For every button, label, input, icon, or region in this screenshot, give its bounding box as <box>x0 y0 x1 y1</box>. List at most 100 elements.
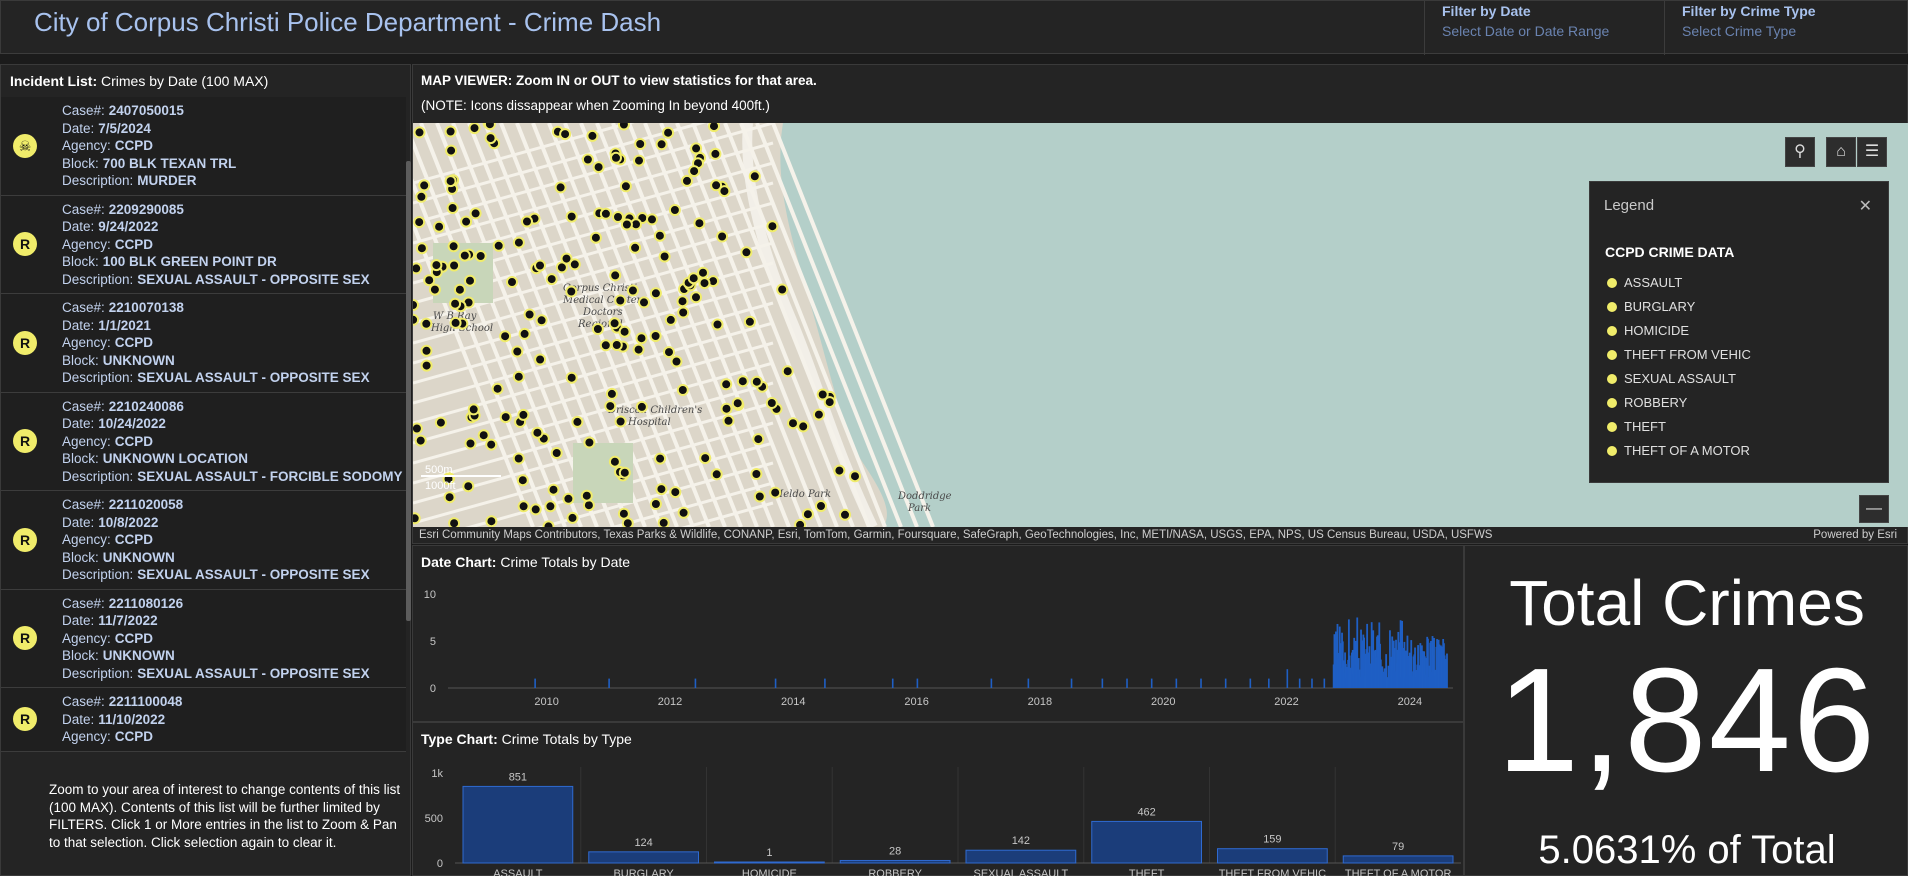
incident-description-value: MURDER <box>137 173 197 188</box>
incident-date-value: 10/8/2022 <box>98 514 159 530</box>
map-legend-button[interactable]: ☰ <box>1857 137 1887 167</box>
legend-item-label: THEFT <box>1624 419 1666 434</box>
incident-agency-value: CCPD <box>114 630 154 646</box>
incident-agency-label: Agency: <box>62 138 111 153</box>
incident-block-value: UNKNOWN LOCATION <box>102 451 248 466</box>
date-chart-bar <box>1323 678 1326 688</box>
type-chart-bar[interactable] <box>839 859 951 864</box>
type-chart-bar[interactable] <box>462 785 574 864</box>
incident-date-label: Date: <box>62 416 95 431</box>
crime-marker <box>582 499 595 512</box>
incident-item[interactable]: R Case#: 2210240086 Date: 10/24/2022 Agency: C… <box>1 392 406 491</box>
filter-by-date[interactable]: Filter by Date Select Date or Date Range <box>1424 1 1666 55</box>
crime-marker-icon <box>1606 445 1618 457</box>
map-home-button[interactable]: ⌂ <box>1826 137 1856 167</box>
date-chart-x-tick: 2016 <box>904 696 928 708</box>
crime-marker <box>499 411 512 424</box>
incident-date-row: Date: 1/1/2021 <box>62 317 406 335</box>
crime-marker <box>443 491 456 504</box>
type-chart-bar[interactable] <box>714 861 825 864</box>
map-attribution: Esri Community Maps Contributors, Texas … <box>419 529 1493 541</box>
crime-marker <box>460 215 473 228</box>
crime-marker <box>655 483 668 496</box>
crime-marker <box>545 273 558 286</box>
crime-marker <box>609 269 622 282</box>
type-chart-bar[interactable] <box>1342 855 1454 864</box>
crime-marker <box>583 436 596 449</box>
date-chart[interactable]: 0 5 10 2010 2012 2014 2016 2018 2020 2022 2024 <box>413 546 1463 723</box>
crime-marker <box>580 489 593 502</box>
crime-marker <box>560 252 573 265</box>
incident-description-row: Description: SEXUAL ASSAULT - OPPOSITE SE… <box>62 566 406 584</box>
crime-marker <box>414 434 427 447</box>
crime-marker <box>445 144 458 157</box>
crime-marker <box>815 500 827 512</box>
incident-case-label: Case#: <box>62 103 105 118</box>
incident-list-scrollbar[interactable] <box>406 161 411 621</box>
incident-block-row: Block: 700 BLK TEXAN TRL <box>62 155 406 173</box>
type-chart-value-label: 851 <box>509 771 527 783</box>
type-chart-bar[interactable] <box>1217 848 1328 864</box>
legend-item-label: THEFT OF A MOTOR <box>1624 443 1750 458</box>
crime-marker <box>605 387 618 400</box>
type-chart[interactable]: 0 500 1k 851 ASSAULT 124 BURGLARY 1 HOMICIDE 28 RO… <box>413 723 1463 876</box>
legend-item: THEFT <box>1606 418 1666 436</box>
incident-description-value: SEXUAL ASSAULT - OPPOSITE SEX <box>137 271 370 287</box>
crime-marker-icon <box>1606 421 1618 433</box>
crime-marker <box>499 330 512 343</box>
legend-close-icon[interactable]: ✕ <box>1859 196 1872 216</box>
crime-marker <box>635 400 648 413</box>
crime-marker <box>664 313 677 326</box>
zoom-out-button[interactable]: — <box>1859 495 1889 523</box>
incident-item[interactable]: R Case#: 2210070138 Date: 1/1/2021 Agency: CCP… <box>1 294 406 393</box>
incident-item[interactable]: R Case#: 2211080126 Date: 11/7/2022 Agency: CC… <box>1 589 406 688</box>
incident-list-heading: Incident List: Crimes by Date (100 MAX) <box>10 73 268 89</box>
crime-marker <box>708 123 720 133</box>
powered-by-esri[interactable]: Powered by Esri <box>1813 529 1897 541</box>
incident-item[interactable]: ☠ Case#: 2407050015 Date: 7/5/2024 Agency: CCP… <box>1 97 406 196</box>
incident-date-value: 1/1/2021 <box>98 317 151 333</box>
crime-marker <box>511 345 524 358</box>
filter-by-crime-type[interactable]: Filter by Crime Type Select Crime Type <box>1664 1 1908 55</box>
incident-case-label: Case#: <box>62 300 105 315</box>
date-chart-x-tick: 2014 <box>781 696 805 708</box>
incident-date-value: 9/24/2022 <box>98 219 159 234</box>
map-legend: Legend ✕ CCPD CRIME DATA ASSAULT BURGLARY… <box>1589 181 1889 483</box>
incident-case-row: Case#: 2407050015 <box>62 102 406 120</box>
crime-marker <box>447 240 460 253</box>
crime-marker <box>420 317 433 330</box>
crime-marker <box>516 474 529 487</box>
map-search-button[interactable]: ⚲ <box>1785 137 1815 167</box>
incident-agency-label: Agency: <box>62 335 111 350</box>
filter-crime-type-select[interactable]: Select Crime Type <box>1682 23 1908 39</box>
legend-layer-title: CCPD CRIME DATA <box>1605 244 1735 260</box>
list-icon: ☰ <box>1864 143 1880 160</box>
crime-marker <box>477 429 490 442</box>
sexual-assault-icon: R <box>13 330 37 355</box>
date-chart-bar <box>824 678 826 688</box>
incident-item[interactable]: R Case#: 2209290085 Date: 9/24/2022 Agency: CC… <box>1 195 406 294</box>
incident-case-row: Case#: 2211080126 <box>62 595 406 613</box>
type-chart-bar[interactable] <box>588 851 699 864</box>
incident-item[interactable]: R Case#: 2211100048 Date: 11/10/2022 Agency: C… <box>1 688 406 752</box>
filter-date-select[interactable]: Select Date or Date Range <box>1442 23 1666 39</box>
incident-case-label: Case#: <box>62 694 105 709</box>
date-chart-x-tick: 2024 <box>1398 696 1422 708</box>
crime-marker <box>687 272 700 285</box>
date-chart-bar <box>1286 669 1289 688</box>
crime-marker <box>468 123 481 135</box>
crime-marker <box>415 242 428 255</box>
type-chart-bar[interactable] <box>965 849 1077 864</box>
type-chart-bar[interactable] <box>1091 820 1202 864</box>
incident-description-label: Description: <box>62 271 134 287</box>
incident-list[interactable]: ☠ Case#: 2407050015 Date: 7/5/2024 Agency: CCP… <box>1 97 406 825</box>
crime-marker <box>711 318 724 331</box>
crime-marker <box>833 464 846 477</box>
crime-marker <box>464 437 477 450</box>
incident-item[interactable]: R Case#: 2211020058 Date: 10/8/2022 Agency: CC… <box>1 491 406 590</box>
crime-marker <box>534 259 546 272</box>
type-chart-value-label: 159 <box>1263 834 1281 846</box>
incident-block-value: UNKNOWN <box>102 549 175 565</box>
type-chart-category-label: ROBBERY <box>868 868 922 876</box>
type-chart-y-tick: 500 <box>425 813 443 825</box>
